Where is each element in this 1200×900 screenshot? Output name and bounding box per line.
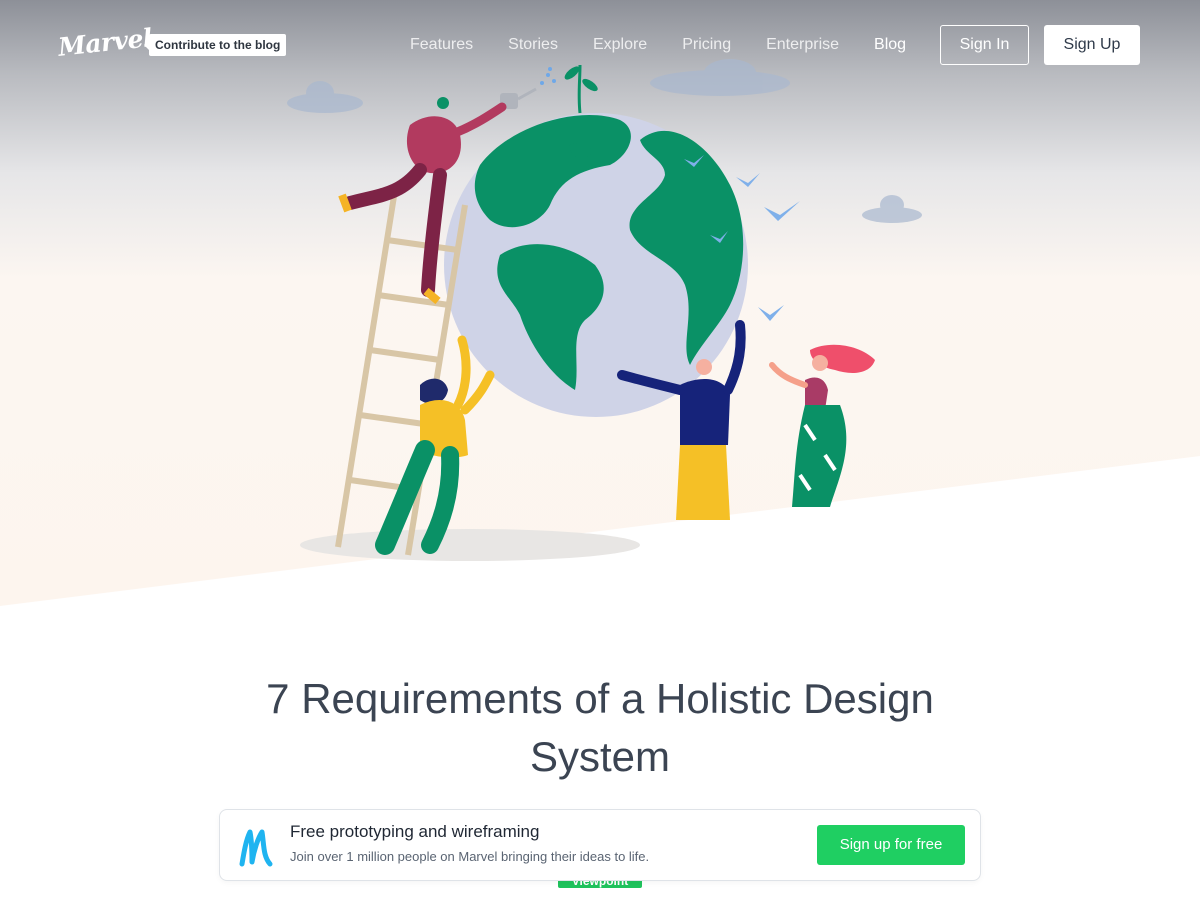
signup-promo-banner: Free prototyping and wireframing Join ov… <box>219 809 981 881</box>
banner-title: Free prototyping and wireframing <box>290 822 540 841</box>
banner-subtitle: Join over 1 million people on Marvel bri… <box>290 849 650 864</box>
nav-link-enterprise[interactable]: Enterprise <box>766 34 839 56</box>
nav-link-pricing[interactable]: Pricing <box>682 34 731 56</box>
person-pink-hair <box>769 344 875 507</box>
nav-link-blog[interactable]: Blog <box>874 34 906 56</box>
nav-link-features[interactable]: Features <box>410 34 473 56</box>
sign-in-button[interactable]: Sign In <box>940 25 1029 65</box>
sign-up-for-free-button[interactable]: Sign up for free <box>817 825 965 865</box>
top-navigation: Marvel Contribute to the blog Features S… <box>0 0 1200 90</box>
hero-illustration <box>287 59 922 561</box>
marvel-logo[interactable]: Marvel <box>57 23 154 62</box>
contribute-to-blog-link[interactable]: Contribute to the blog <box>143 34 287 56</box>
sign-up-button[interactable]: Sign Up <box>1044 25 1140 65</box>
nav-link-explore[interactable]: Explore <box>593 34 647 56</box>
marvel-m-icon <box>239 829 273 867</box>
nav-link-stories[interactable]: Stories <box>508 34 558 56</box>
article-title: 7 Requirements of a Holistic Design Syst… <box>266 675 934 780</box>
ground-shadow <box>300 529 640 561</box>
main-nav-links: Features Stories Explore Pricing Enterpr… <box>410 34 941 56</box>
